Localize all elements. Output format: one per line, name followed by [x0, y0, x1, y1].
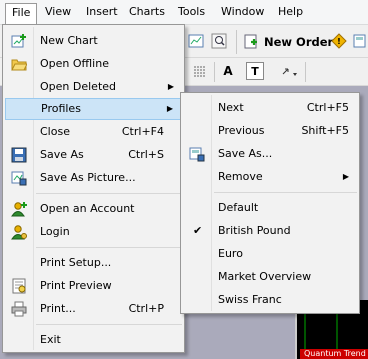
menu-separator [214, 192, 357, 193]
menu-item-print-setup[interactable]: Print Setup... [5, 252, 182, 274]
menu-item-print[interactable]: Print... Ctrl+P [5, 298, 182, 320]
menu-item-new-chart[interactable]: New Chart [5, 30, 182, 52]
menu-item-open-deleted[interactable]: Open Deleted ▶ [5, 76, 182, 98]
save-profile-icon [189, 146, 205, 162]
menu-item-open-account[interactable]: Open an Account [5, 198, 182, 220]
market-watch-icon[interactable] [352, 32, 368, 50]
menu-item-save-as-picture[interactable]: Save As Picture... [5, 167, 182, 189]
printer-icon [11, 301, 27, 317]
save-picture-icon [11, 170, 27, 186]
menu-charts[interactable]: Charts [123, 3, 171, 21]
menu-item-save-as[interactable]: Save As Ctrl+S [5, 144, 182, 166]
new-chart-icon [11, 33, 27, 49]
zoom-chart-icon[interactable] [208, 30, 230, 52]
menu-item-save-profile-as[interactable]: Save As... [183, 143, 357, 165]
expert-advisors-icon[interactable]: ! [330, 32, 348, 50]
profiles-submenu: Next Ctrl+F5 Previous Shift+F5 Save As..… [180, 92, 360, 314]
menu-separator [36, 324, 182, 325]
arrows-tool-icon[interactable] [278, 62, 300, 80]
menu-item-exit[interactable]: Exit [5, 329, 182, 351]
menu-separator [36, 193, 182, 194]
login-icon [11, 224, 27, 240]
toolbar-divider [305, 62, 306, 82]
menu-view[interactable]: View [39, 3, 77, 21]
menu-separator [36, 247, 182, 248]
menu-insert[interactable]: Insert [80, 3, 124, 21]
add-user-icon [11, 201, 27, 217]
menu-item-profiles[interactable]: Profiles ▶ [5, 98, 182, 120]
menu-window[interactable]: Window [215, 3, 270, 21]
save-icon [11, 147, 27, 163]
folder-icon [11, 56, 28, 72]
fibonacci-icon[interactable] [190, 62, 210, 80]
menu-item-profile-swiss-franc[interactable]: Swiss Franc [183, 289, 357, 311]
menu-help[interactable]: Help [272, 3, 309, 21]
menu-item-profile-default[interactable]: Default [183, 197, 357, 219]
submenu-arrow-icon: ▶ [167, 82, 174, 91]
checkmark-icon: ✔ [193, 224, 203, 237]
print-preview-icon [11, 278, 27, 294]
menu-item-remove-profile[interactable]: Remove ▶ [183, 166, 357, 188]
menu-item-print-preview[interactable]: Print Preview [5, 275, 182, 297]
chart-tab[interactable]: Quantum Trend [300, 349, 368, 359]
menu-item-next-profile[interactable]: Next Ctrl+F5 [183, 97, 357, 119]
chart-window-icon[interactable] [186, 30, 206, 52]
menu-bar: File View Insert Charts Tools Window Hel… [0, 0, 368, 25]
submenu-arrow-icon: ▶ [166, 104, 173, 113]
text-tool-icon[interactable]: A [220, 62, 236, 80]
text-label-icon[interactable]: T [246, 62, 264, 80]
shortcut-label: Ctrl+P [128, 302, 164, 315]
shortcut-label: Ctrl+S [128, 148, 164, 161]
new-order-button[interactable]: New Order [240, 32, 333, 52]
menu-item-profile-market-overview[interactable]: Market Overview [183, 266, 357, 288]
shortcut-label: Ctrl+F5 [306, 101, 349, 114]
svg-text:!: ! [337, 37, 341, 46]
file-menu: New Chart Open Offline Open Deleted ▶ Pr… [2, 24, 185, 353]
menu-item-open-offline[interactable]: Open Offline [5, 53, 182, 75]
toolbar-divider [214, 62, 215, 82]
menu-item-close[interactable]: Close Ctrl+F4 [5, 121, 182, 143]
shortcut-label: Ctrl+F4 [121, 125, 164, 138]
menu-file[interactable]: File [5, 3, 38, 25]
menu-item-previous-profile[interactable]: Previous Shift+F5 [183, 120, 357, 142]
menu-item-login[interactable]: Login [5, 221, 182, 243]
menu-item-profile-euro[interactable]: Euro [183, 243, 357, 265]
menu-tools[interactable]: Tools [172, 3, 211, 21]
toolbar-divider [236, 30, 237, 54]
menu-item-profile-british-pound[interactable]: ✔ British Pound [183, 220, 357, 242]
submenu-arrow-icon: ▶ [342, 172, 349, 181]
shortcut-label: Shift+F5 [301, 124, 349, 137]
